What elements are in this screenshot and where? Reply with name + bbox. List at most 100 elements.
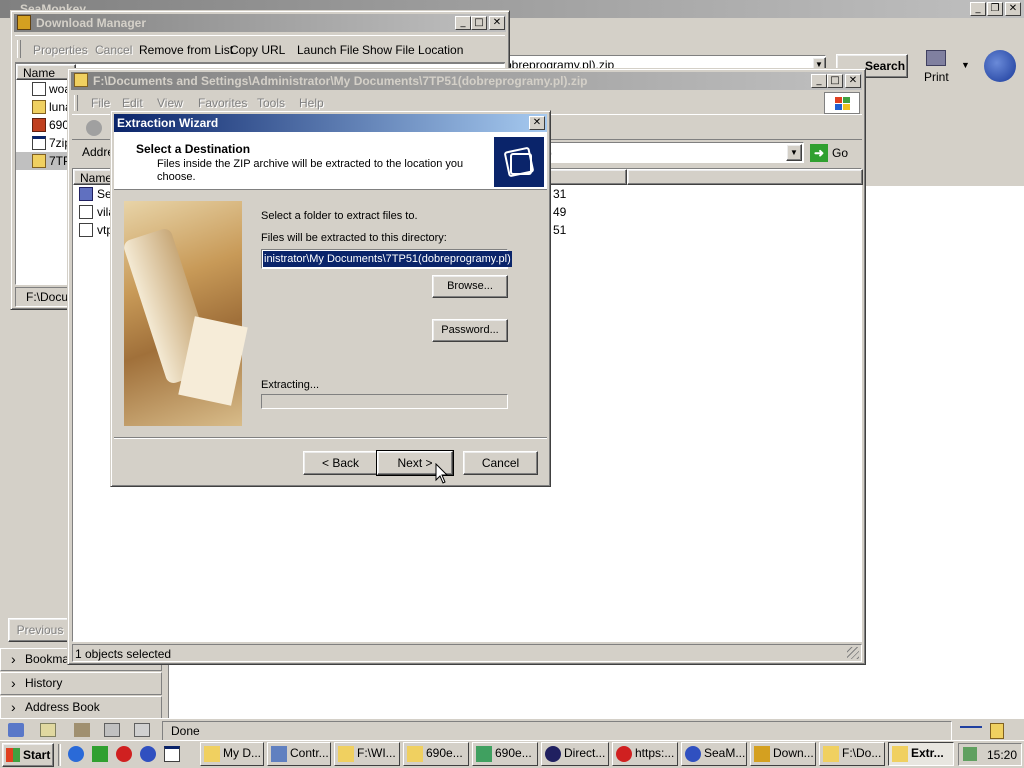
sidebar-item-address-book[interactable]: Address Book [0,696,162,719]
back-button[interactable]: < Back [303,451,378,475]
component-bar-composer-icon[interactable] [74,723,90,737]
menu-edit[interactable]: Edit [122,96,143,110]
folder-documents-icon [494,137,544,187]
task-label: Extr... [911,746,944,760]
file-list-column-header[interactable] [627,169,863,185]
resize-grip-icon[interactable] [847,647,859,659]
address-dropdown-button[interactable]: ▼ [786,144,802,161]
properties-button[interactable]: Properties [33,43,88,57]
task-label: Contr... [290,746,329,760]
quicklaunch-desktop-icon[interactable] [164,746,180,762]
taskbar-task-690e-2[interactable]: 690e... [472,742,538,766]
go-arrow-icon[interactable]: ➜ [810,144,828,162]
seamonkey-icon [685,746,701,762]
toolbar-grip [74,95,78,111]
download-manager-maximize-button[interactable]: □ [471,16,487,30]
quicklaunch-seamonkey-icon[interactable] [140,746,156,762]
explorer-title: F:\Documents and Settings\Administrator\… [93,74,588,88]
password-button[interactable]: Password... [432,319,508,342]
seamonkey-minimize-button[interactable]: _ [970,2,986,16]
explorer-titlebar: F:\Documents and Settings\Administrator\… [71,72,862,90]
taskbar-task-https[interactable]: https:... [612,742,678,766]
component-bar-chat-icon[interactable] [134,723,150,737]
browse-button[interactable]: Browse... [432,275,508,298]
security-status-icon[interactable] [990,723,1004,739]
folder-icon [338,746,354,762]
zip-folder-icon [32,100,46,114]
quicklaunch-opera-icon[interactable] [116,746,132,762]
cancel-button[interactable]: Cancel [463,451,538,475]
menu-file[interactable]: File [91,96,110,110]
control-panel-icon [271,746,287,762]
download-manager-close-button[interactable]: ✕ [489,16,505,30]
wizard-separator [114,437,547,439]
component-bar-navigator-icon[interactable] [8,723,24,737]
password-button-label: Password... [441,324,499,336]
task-label: F:\WI... [357,746,396,760]
mouse-cursor-icon [435,463,449,484]
back-nav-icon[interactable] [86,120,102,136]
seamonkey-close-button[interactable]: ✕ [1005,2,1021,16]
zip-folder-icon [32,154,46,168]
sidebar-item-history[interactable]: History [0,672,162,695]
show-file-location-button[interactable]: Show File Location [362,43,463,57]
seamonkey-restore-button[interactable]: ❐ [987,2,1003,16]
task-label: 690e... [495,746,532,760]
wizard-heading: Select a Destination [136,142,251,156]
clock[interactable]: 15:20 [987,748,1017,762]
print-button[interactable]: Print [920,48,954,86]
menu-tools[interactable]: Tools [257,96,285,110]
explorer-close-button[interactable]: ✕ [845,74,861,88]
explorer-maximize-button[interactable]: □ [827,74,843,88]
task-label: https:... [635,746,675,760]
component-bar-addressbook-icon[interactable] [104,723,120,737]
toolbar-grip [17,40,21,58]
component-bar-mail-icon[interactable] [40,723,56,737]
seamonkey-status-text-panel: Done [162,721,952,741]
seamonkey-throbber-icon[interactable] [984,50,1016,82]
sidebar-previous-button[interactable]: Previous [8,618,72,642]
taskbar-task-folder-wi[interactable]: F:\WI... [334,742,400,766]
cancel-download-button[interactable]: Cancel [95,43,132,57]
cancel-button-label: Cancel [481,456,520,470]
task-label: Direct... [564,746,606,760]
taskbar-task-seamonkey[interactable]: SeaM... [681,742,747,766]
taskbar-task-control-panel[interactable]: Contr... [267,742,331,766]
quicklaunch-ie-icon[interactable] [68,746,84,762]
go-button-label[interactable]: Go [832,146,848,160]
task-label: Down... [773,746,814,760]
taskbar-task-my-documents[interactable]: My D... [200,742,264,766]
extraction-progress-bar [261,394,508,409]
remove-from-list-button[interactable]: Remove from List [139,43,233,57]
file-list-name-header-label: Name [80,171,113,185]
online-status-icon[interactable] [960,726,982,734]
extraction-wizard-dialog: Extraction Wizard ✕ Select a Destination… [110,110,551,487]
tray-network-icon[interactable] [963,747,977,761]
taskbar-task-extraction-wizard[interactable]: Extr... [888,742,954,766]
wizard-header: Select a Destination Files inside the ZI… [114,132,547,190]
taskbar-task-direct[interactable]: Direct... [541,742,609,766]
download-manager-minimize-button[interactable]: _ [455,16,471,30]
folder-icon [407,746,423,762]
start-button[interactable]: Start [2,743,54,767]
file-list-column-header[interactable] [549,169,627,185]
next-button-label: Next > [397,456,433,470]
menu-view[interactable]: View [157,96,183,110]
copy-url-button[interactable]: Copy URL [230,43,285,57]
quicklaunch-green-arrow-icon[interactable] [92,746,108,762]
explorer-minimize-button[interactable]: _ [811,74,827,88]
zip-folder-icon [892,746,908,762]
taskbar-task-690e-1[interactable]: 690e... [403,742,469,766]
quicklaunch-divider [58,744,61,766]
menu-favorites[interactable]: Favorites [198,96,247,110]
start-button-label: Start [23,748,51,762]
taskbar-task-zip-folder[interactable]: F:\Do... [819,742,885,766]
destination-directory-input[interactable]: inistrator\My Documents\7TP51(dobreprogr… [261,249,512,269]
menu-help[interactable]: Help [299,96,324,110]
download-icon [754,746,770,762]
exe-file-icon [32,136,46,150]
print-dropdown-icon[interactable]: ▼ [961,60,970,70]
wizard-close-button[interactable]: ✕ [529,116,545,130]
taskbar-task-download-manager[interactable]: Down... [750,742,816,766]
launch-file-button[interactable]: Launch File [297,43,359,57]
